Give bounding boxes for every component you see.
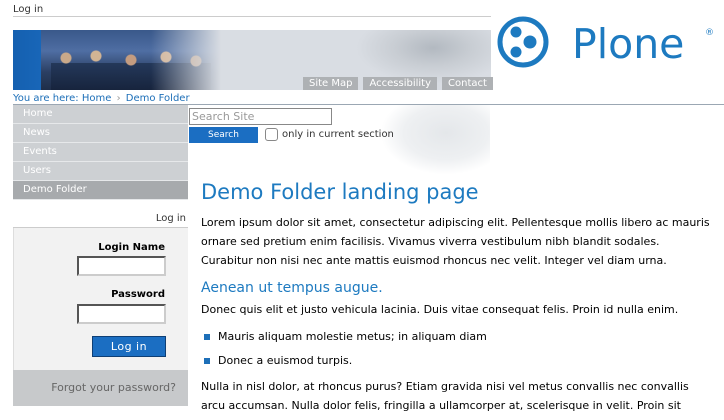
plone-logo-icon (497, 16, 549, 68)
section-heading: Aenean ut tempus augue. (201, 280, 383, 296)
login-portlet-title: Log in (13, 211, 188, 228)
forgot-password-link[interactable]: Forgot your password? (13, 370, 188, 406)
search-current-section-label: only in current section (282, 129, 394, 140)
second-paragraph: Donec quis elit et justo vehicula lacini… (201, 303, 679, 316)
page-title: Demo Folder landing page (201, 180, 479, 204)
list-item: Mauris aliquam molestie metus; in aliqua… (201, 325, 711, 349)
nav-item-events[interactable]: Events (13, 143, 188, 162)
nav-item-users[interactable]: Users (13, 162, 188, 181)
password-input[interactable] (77, 304, 166, 324)
list-item: Donec a euismod turpis. (201, 349, 711, 373)
nav-item-news[interactable]: News (13, 124, 188, 143)
plone-logo-registered: ® (705, 28, 714, 38)
login-button[interactable]: Log in (92, 336, 166, 357)
header-crowd-image (41, 30, 221, 90)
site-action-contact[interactable]: Contact (442, 77, 493, 90)
main-content: Demo Folder landing page Lorem ipsum dol… (201, 180, 711, 420)
search-button[interactable]: Search (189, 127, 258, 143)
navigation-portlet: Home News Events Users Demo Folder (13, 105, 188, 200)
plone-logo[interactable]: Plone ® (497, 14, 719, 72)
background-decoration (380, 105, 490, 175)
breadcrumb-separator: › (116, 93, 121, 104)
login-name-label: Login Name (98, 242, 165, 253)
search-current-section-checkbox[interactable] (265, 128, 278, 141)
site-actions: Site Map Accessibility Contact (303, 77, 493, 90)
top-divider (13, 16, 491, 17)
plone-logo-text: Plone (572, 20, 685, 68)
login-name-input[interactable] (77, 256, 166, 276)
nav-item-demo-folder[interactable]: Demo Folder (13, 181, 188, 200)
breadcrumb-prefix: You are here: (13, 93, 79, 104)
search-input[interactable] (189, 108, 332, 125)
nav-item-home[interactable]: Home (13, 105, 188, 124)
bullet-list: Mauris aliquam molestie metus; in aliqua… (201, 325, 711, 373)
login-portlet: Login Name Password Log in (13, 228, 188, 370)
third-paragraph: Nulla in nisl dolor, at rhoncus purus? E… (201, 380, 689, 420)
breadcrumb-current[interactable]: Demo Folder (126, 93, 190, 104)
site-action-accessibility[interactable]: Accessibility (363, 77, 438, 90)
password-label: Password (111, 289, 165, 300)
breadcrumb: You are here: Home › Demo Folder (13, 93, 190, 104)
intro-paragraph: Lorem ipsum dolor sit amet, consectetur … (201, 216, 710, 267)
site-action-sitemap[interactable]: Site Map (303, 77, 359, 90)
top-login-link[interactable]: Log in (13, 4, 43, 15)
breadcrumb-home[interactable]: Home (82, 93, 112, 104)
